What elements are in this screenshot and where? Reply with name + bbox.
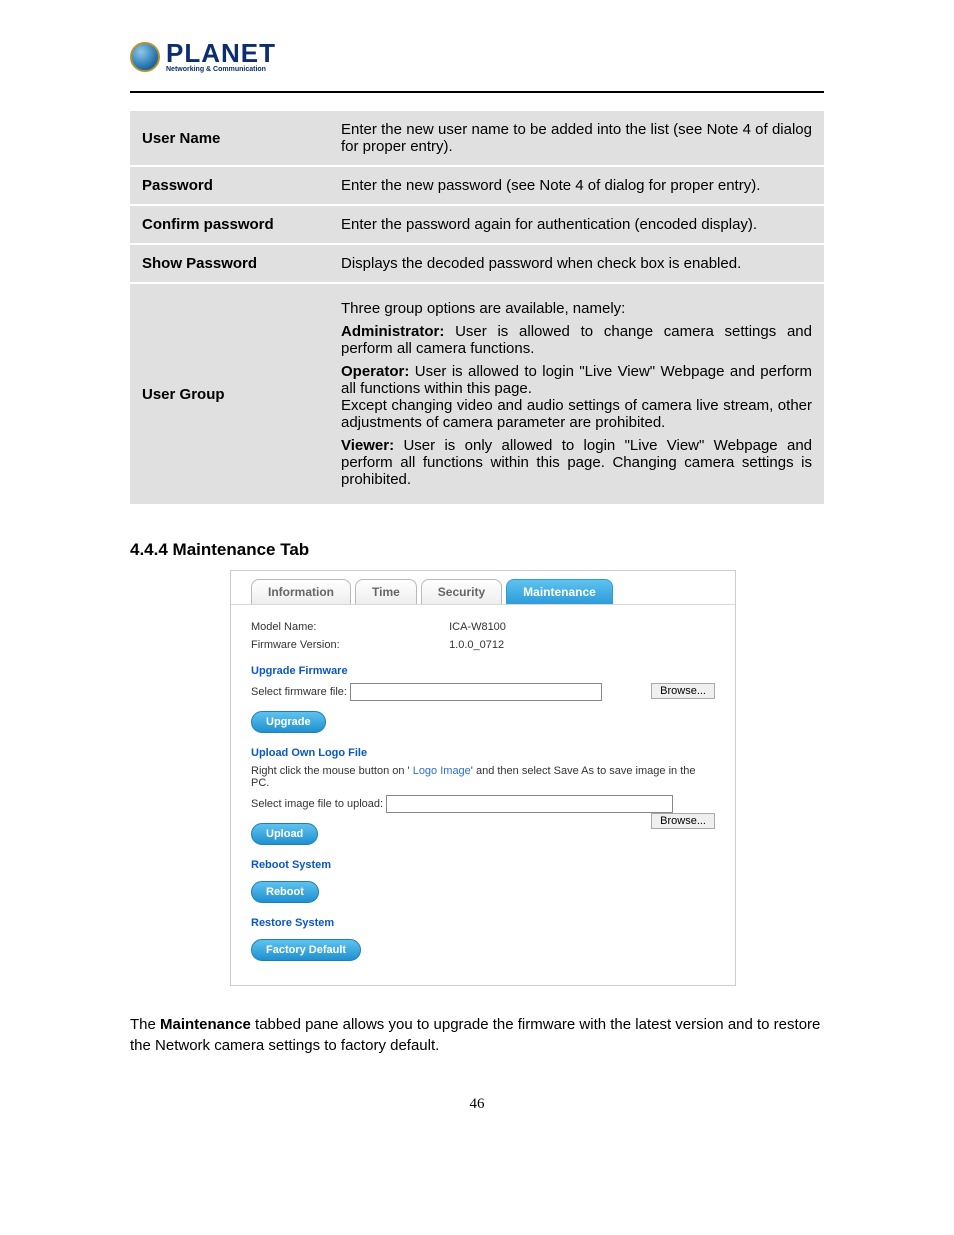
header: PLANET Networking & Communication [130, 40, 824, 93]
upgrade-button[interactable]: Upgrade [251, 711, 326, 733]
firmware-version-value: 1.0.0_0712 [449, 639, 504, 651]
tab-bar: Information Time Security Maintenance [231, 571, 735, 605]
firmware-browse-button[interactable]: Browse... [651, 683, 715, 699]
table-row: Show PasswordDisplays the decoded passwo… [130, 244, 824, 283]
definition-key: User Group [130, 283, 329, 505]
model-name-value: ICA-W8100 [449, 621, 506, 633]
maintenance-screenshot: Information Time Security Maintenance Mo… [230, 570, 736, 986]
upgrade-firmware-heading: Upgrade Firmware [251, 665, 715, 677]
tab-maintenance[interactable]: Maintenance [506, 579, 613, 604]
upload-button[interactable]: Upload [251, 823, 318, 845]
definition-key: Password [130, 166, 329, 205]
definition-key: Show Password [130, 244, 329, 283]
firmware-file-label: Select firmware file: [251, 686, 347, 698]
definition-table: User NameEnter the new user name to be a… [130, 111, 824, 506]
firmware-file-input[interactable] [350, 683, 602, 701]
brand-logo: PLANET Networking & Communication [130, 40, 824, 73]
tab-time[interactable]: Time [355, 579, 417, 604]
table-row: Confirm passwordEnter the password again… [130, 205, 824, 244]
brand-tagline: Networking & Communication [166, 66, 276, 73]
factory-default-button[interactable]: Factory Default [251, 939, 361, 961]
tab-security[interactable]: Security [421, 579, 502, 604]
firmware-version-label: Firmware Version: [251, 639, 446, 651]
image-file-label: Select image file to upload: [251, 798, 383, 810]
table-row: PasswordEnter the new password (see Note… [130, 166, 824, 205]
definition-value: Displays the decoded password when check… [329, 244, 824, 283]
definition-value: Enter the password again for authenticat… [329, 205, 824, 244]
page-number: 46 [130, 1096, 824, 1113]
image-browse-button[interactable]: Browse... [651, 813, 715, 829]
brand-name: PLANET [166, 40, 276, 66]
reboot-button[interactable]: Reboot [251, 881, 319, 903]
globe-icon [130, 42, 160, 72]
definition-key: Confirm password [130, 205, 329, 244]
logo-hint: Right click the mouse button on ' Logo I… [251, 765, 715, 789]
logo-image-link[interactable]: Logo Image [410, 765, 471, 777]
section-heading: 4.4.4 Maintenance Tab [130, 540, 824, 560]
maintenance-caption: The Maintenance tabbed pane allows you t… [130, 1014, 824, 1056]
tab-information[interactable]: Information [251, 579, 351, 604]
definition-value: Enter the new password (see Note 4 of di… [329, 166, 824, 205]
model-name-label: Model Name: [251, 621, 446, 633]
definition-value: Three group options are available, namel… [329, 283, 824, 505]
table-row: User NameEnter the new user name to be a… [130, 111, 824, 166]
definition-key: User Name [130, 111, 329, 166]
table-row: User GroupThree group options are availa… [130, 283, 824, 505]
reboot-system-heading: Reboot System [251, 859, 715, 871]
definition-value: Enter the new user name to be added into… [329, 111, 824, 166]
restore-system-heading: Restore System [251, 917, 715, 929]
upload-logo-heading: Upload Own Logo File [251, 747, 715, 759]
image-file-input[interactable] [386, 795, 673, 813]
